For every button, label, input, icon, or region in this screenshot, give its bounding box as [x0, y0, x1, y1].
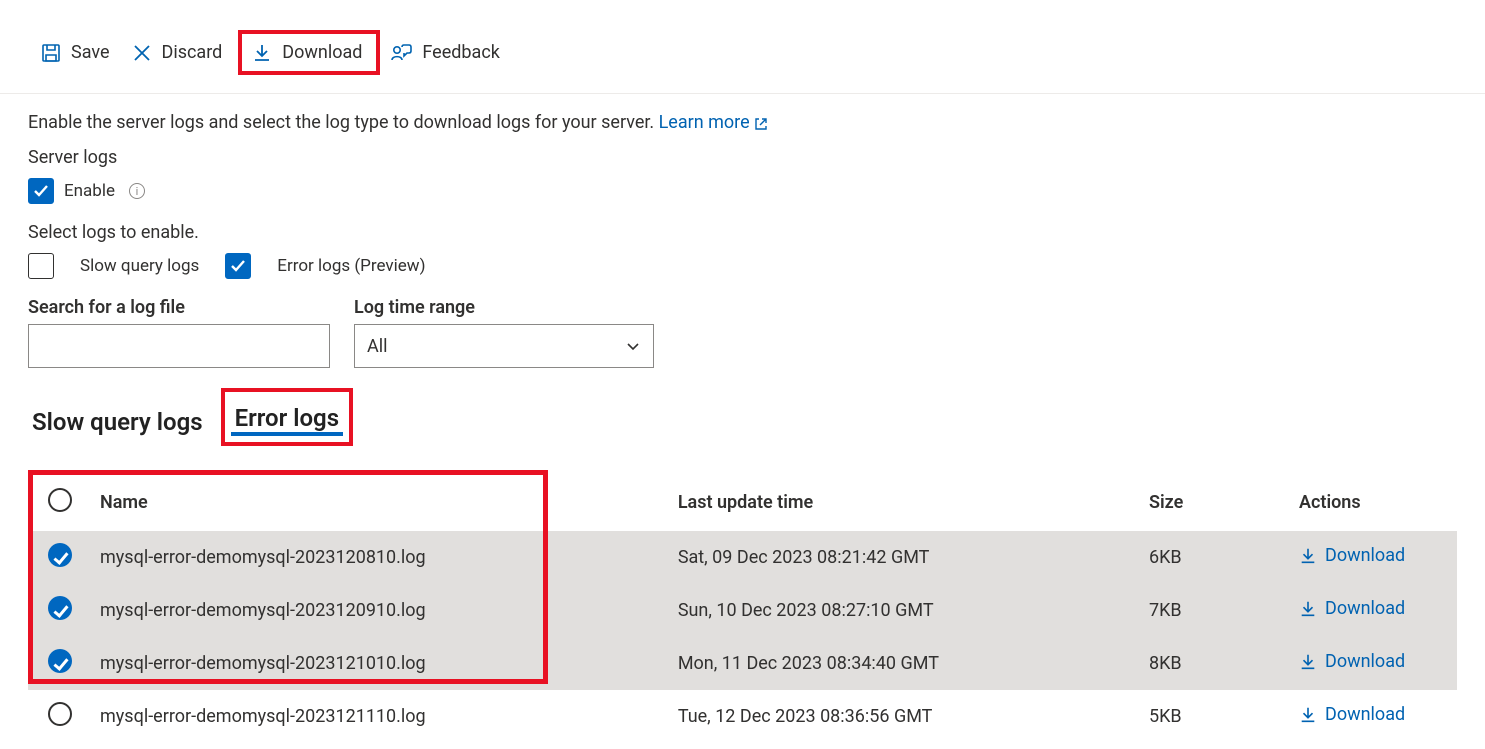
search-label: Search for a log file	[28, 297, 330, 318]
tabs: Slow query logs Error logs	[28, 388, 1457, 446]
row-name: mysql-error-demomysql-2023121110.log	[88, 690, 666, 743]
timerange-value: All	[367, 336, 388, 357]
col-header-name[interactable]: Name	[88, 474, 666, 531]
row-download-label: Download	[1325, 651, 1405, 672]
row-select-checkbox[interactable]	[48, 596, 72, 620]
feedback-icon	[390, 43, 412, 63]
row-size: 6KB	[1137, 531, 1287, 584]
row-download-label: Download	[1325, 598, 1405, 619]
select-all-checkbox[interactable]	[48, 488, 72, 512]
select-logs-title: Select logs to enable.	[28, 222, 1457, 243]
download-icon	[1299, 653, 1317, 671]
row-select-checkbox[interactable]	[48, 702, 72, 726]
discard-button[interactable]: Discard	[126, 38, 235, 67]
row-download-link[interactable]: Download	[1299, 598, 1405, 619]
info-icon[interactable]: i	[129, 183, 145, 199]
col-header-actions: Actions	[1287, 474, 1457, 531]
timerange-select[interactable]: All	[354, 324, 654, 368]
enable-checkbox[interactable]	[28, 178, 54, 204]
timerange-label: Log time range	[354, 297, 654, 318]
save-button[interactable]: Save	[35, 38, 122, 67]
server-logs-title: Server logs	[28, 147, 1457, 168]
description: Enable the server logs and select the lo…	[28, 112, 1457, 133]
download-label: Download	[282, 42, 362, 63]
close-icon	[132, 43, 152, 63]
save-label: Save	[71, 42, 110, 63]
toolbar: Save Discard Download Feedback	[0, 0, 1485, 94]
error-logs-label: Error logs (Preview)	[277, 256, 425, 276]
learn-more-text: Learn more	[659, 112, 750, 133]
discard-label: Discard	[162, 42, 223, 63]
download-icon	[1299, 706, 1317, 724]
row-download-link[interactable]: Download	[1299, 704, 1405, 725]
row-size: 7KB	[1137, 584, 1287, 637]
feedback-button[interactable]: Feedback	[384, 38, 511, 67]
search-input[interactable]	[28, 324, 330, 368]
external-link-icon	[754, 116, 768, 132]
slow-logs-label: Slow query logs	[80, 256, 199, 276]
table-row[interactable]: mysql-error-demomysql-2023121110.logTue,…	[28, 690, 1457, 743]
row-name: mysql-error-demomysql-2023120810.log	[88, 531, 666, 584]
tab-error-logs[interactable]: Error logs	[221, 388, 353, 446]
row-select-checkbox[interactable]	[48, 649, 72, 673]
enable-label: Enable	[64, 181, 115, 201]
row-download-link[interactable]: Download	[1299, 651, 1405, 672]
row-download-link[interactable]: Download	[1299, 545, 1405, 566]
download-button[interactable]: Download	[238, 30, 380, 75]
save-icon	[41, 43, 61, 63]
row-name: mysql-error-demomysql-2023120910.log	[88, 584, 666, 637]
slow-logs-checkbox[interactable]	[28, 253, 54, 279]
col-header-size[interactable]: Size	[1137, 474, 1287, 531]
error-logs-checkbox[interactable]	[225, 253, 251, 279]
tab-slow-query-logs[interactable]: Slow query logs	[28, 404, 207, 446]
row-download-label: Download	[1325, 545, 1405, 566]
download-icon	[1299, 547, 1317, 565]
table-row[interactable]: mysql-error-demomysql-2023120810.logSat,…	[28, 531, 1457, 584]
row-updated: Sat, 09 Dec 2023 08:21:42 GMT	[666, 531, 1137, 584]
row-size: 5KB	[1137, 690, 1287, 743]
table-row[interactable]: mysql-error-demomysql-2023121010.logMon,…	[28, 637, 1457, 690]
row-size: 8KB	[1137, 637, 1287, 690]
table-row[interactable]: mysql-error-demomysql-2023120910.logSun,…	[28, 584, 1457, 637]
row-updated: Sun, 10 Dec 2023 08:27:10 GMT	[666, 584, 1137, 637]
logs-table: Name Last update time Size Actions mysql…	[28, 474, 1457, 743]
download-icon	[1299, 600, 1317, 618]
row-select-checkbox[interactable]	[48, 543, 72, 567]
chevron-down-icon	[625, 338, 641, 354]
learn-more-link[interactable]: Learn more	[659, 112, 769, 133]
row-download-label: Download	[1325, 704, 1405, 725]
description-text: Enable the server logs and select the lo…	[28, 112, 654, 133]
row-name: mysql-error-demomysql-2023121010.log	[88, 637, 666, 690]
download-icon	[252, 43, 272, 63]
col-header-updated[interactable]: Last update time	[666, 474, 1137, 531]
feedback-label: Feedback	[422, 42, 499, 63]
row-updated: Tue, 12 Dec 2023 08:36:56 GMT	[666, 690, 1137, 743]
row-updated: Mon, 11 Dec 2023 08:34:40 GMT	[666, 637, 1137, 690]
